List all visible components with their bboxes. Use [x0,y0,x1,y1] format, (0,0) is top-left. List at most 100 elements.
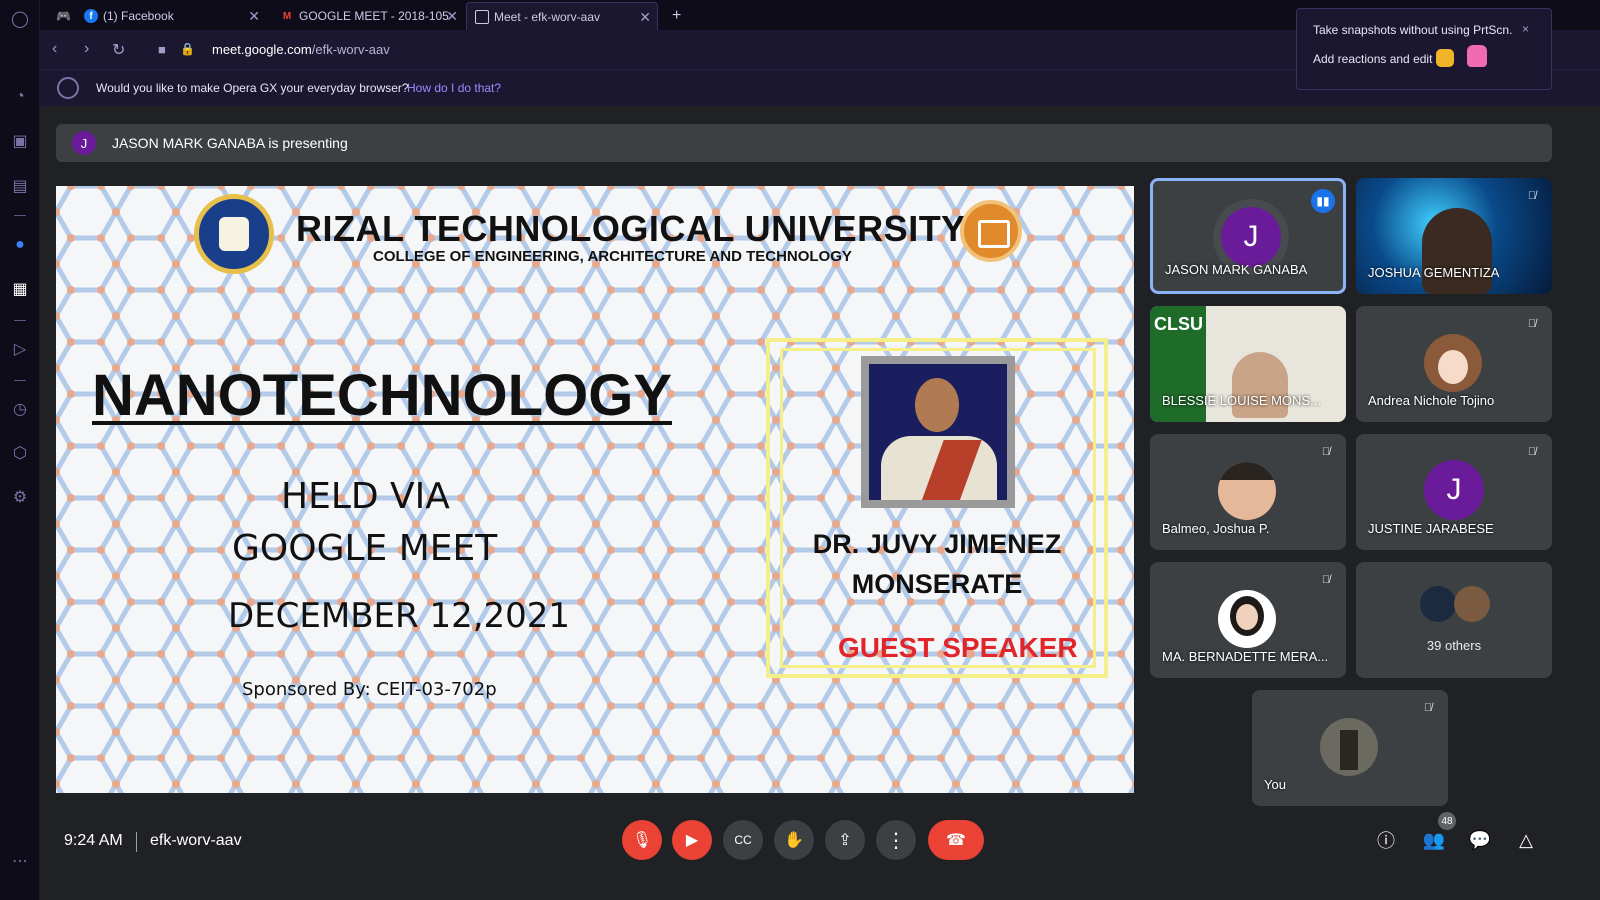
participant-name: Balmeo, Joshua P. [1162,521,1270,536]
lock-icon[interactable]: 🔒 [180,42,195,56]
hang-up-icon: ☎ [946,832,966,849]
history-icon[interactable]: ◷ [9,398,31,420]
participant-avatar: J [1221,207,1281,267]
url-host: meet.google.com [212,42,312,57]
camera-icon[interactable]: ■ [158,42,166,57]
camera-toggle-button[interactable]: ▶ [672,820,712,860]
url-path: /efk-worv-aav [311,42,390,57]
facebook-icon: f [84,9,98,23]
participant-count-badge: 48 [1438,812,1456,830]
participant-video [1422,208,1492,294]
divider [136,832,137,852]
more-options-button[interactable]: ⋮ [876,820,916,860]
participant-avatar [1218,590,1276,648]
opera-sidebar: ◯ ◔ ▣ ▤ ● ▦ ▷ ◷ ⬡ ⚙ ⋯ [0,0,40,900]
mic-off-icon: 🎙 [631,832,653,849]
twitch-icon[interactable]: ▤ [9,175,31,197]
participant-name: Andrea Nichole Tojino [1368,393,1495,408]
mic-off-icon: 🎙̸ [1423,702,1433,714]
participant-name: JASON MARK GANABA [1165,262,1308,277]
event-date: DECEMBER 12,2021 [228,596,571,636]
clock: 9:24 AM [64,832,123,849]
mic-toggle-button[interactable]: 🎙 [622,820,662,860]
new-tab-button[interactable]: + [664,2,688,30]
participant-tile[interactable]: 🎙̸ MA. BERNADETTE MERA... [1150,562,1346,678]
gx-corner-icon[interactable]: ▣ [9,130,31,152]
more-icon[interactable]: ⋯ [9,850,31,872]
captions-icon: CC [734,833,752,847]
sponsor-text: Sponsored By: CEIT-03-702p [242,679,497,700]
sticker-icon [1467,45,1487,67]
platform-text: GOOGLE MEET [232,528,498,569]
settings-gear-icon[interactable]: ⚙ [9,486,31,508]
captions-button[interactable]: CC [723,820,763,860]
participant-tile[interactable]: 🎙̸ Andrea Nichole Tojino [1356,306,1552,422]
presenting-text: JASON MARK GANABA is presenting [112,135,348,151]
chat-icon[interactable]: 💬 [1468,828,1492,852]
tab-label: Meet - efk-worv-aav [494,9,601,24]
participant-name: You [1264,777,1286,792]
participant-tile[interactable]: J ▮▮ JASON MARK GANABA [1150,178,1346,294]
sidebar-divider [14,215,26,216]
college-subtitle: COLLEGE OF ENGINEERING, ARCHITECTURE AND… [373,248,852,265]
reload-icon[interactable]: ↻ [112,40,125,60]
hand-icon: ✋ [784,832,804,849]
university-title: RIZAL TECHNOLOGICAL UNIVERSITY [296,208,966,249]
speaker-photo [861,356,1015,508]
activities-icon[interactable]: △ [1514,828,1538,852]
meeting-code: efk-worv-aav [150,832,242,849]
participant-tile[interactable]: CLSU BLESSIE LOUISE MONS... [1150,306,1346,422]
discord-icon[interactable]: ▦ [9,278,31,300]
banner-link[interactable]: How do I do that? [407,81,501,95]
meet-icon [475,9,489,24]
ceat-seal-logo [960,200,1022,262]
extensions-icon[interactable]: ⬡ [9,442,31,464]
raise-hand-button[interactable]: ✋ [774,820,814,860]
url-field[interactable]: meet.google.com/efk-worv-aav [212,42,390,57]
self-tile[interactable]: 🎙̸ You [1252,690,1448,806]
close-icon[interactable]: × [1522,22,1529,36]
present-button[interactable]: ⇪ [825,820,865,860]
participant-tile[interactable]: 🎙̸ JOSHUA GEMENTIZA [1356,178,1552,294]
back-icon[interactable]: ‹ [52,40,57,58]
snapshot-tip-line1: Take snapshots without using PrtScn. [1313,23,1513,37]
tab-label: GOOGLE MEET - 2018-1059 [299,9,449,23]
tab-facebook[interactable]: f (1) Facebook ✕ [76,2,266,30]
others-count: 39 others [1426,638,1482,653]
opera-logo-icon[interactable]: ◯ [9,8,31,30]
speed-dial-icon[interactable]: ◔ [9,86,31,108]
camera-off-icon: ▶ [685,832,699,849]
participant-avatar: J [1424,460,1484,520]
sidebar-divider [14,380,26,381]
participant-tile[interactable]: J 🎙̸ JUSTINE JARABESE [1356,434,1552,550]
meet-controls-bar: 9:24 AM efk-worv-aav 🎙 ▶ CC ✋ ⇪ ⋮ ☎ ⓘ 👥 … [40,804,1600,900]
participant-avatar [1424,334,1482,392]
meeting-details-icon[interactable]: ⓘ [1374,828,1398,852]
close-tab-icon[interactable]: ✕ [248,8,260,25]
speaking-indicator-icon: ▮▮ [1311,189,1335,213]
snapshot-tooltip: Take snapshots without using PrtScn. × A… [1296,8,1552,90]
participant-name: BLESSIE LOUISE MONS... [1162,393,1321,408]
meet-main: J JASON MARK GANABA is presenting RIZAL … [40,106,1600,900]
others-tile[interactable]: 39 others [1356,562,1552,678]
forward-icon[interactable]: › [84,40,89,58]
close-tab-icon[interactable]: ✕ [446,8,458,25]
snapshot-tip-line2: Add reactions and edit [1313,52,1433,66]
messenger-icon[interactable]: ● [9,234,31,256]
clsu-logo-text: CLSU [1154,314,1203,334]
more-vert-icon: ⋮ [886,829,906,852]
leave-call-button[interactable]: ☎ [928,820,984,860]
participant-tile[interactable]: 🎙̸ Balmeo, Joshua P. [1150,434,1346,550]
tab-gmail[interactable]: M GOOGLE MEET - 2018-1059 ✕ [272,2,464,30]
mic-off-icon: 🎙̸ [1321,446,1331,458]
gamepad-icon[interactable]: 🎮 [48,2,71,30]
tab-meet[interactable]: Meet - efk-worv-aav ✕ [466,2,658,30]
participant-avatar [1454,586,1490,622]
presenter-avatar: J [72,131,96,155]
player-icon[interactable]: ▷ [9,338,31,360]
presentation-slide: RIZAL TECHNOLOGICAL UNIVERSITY COLLEGE O… [56,186,1134,793]
close-tab-icon[interactable]: ✕ [639,9,651,26]
participant-name: MA. BERNADETTE MERA... [1162,649,1329,664]
people-icon[interactable]: 👥 [1422,828,1446,852]
participant-avatar [1420,586,1456,622]
